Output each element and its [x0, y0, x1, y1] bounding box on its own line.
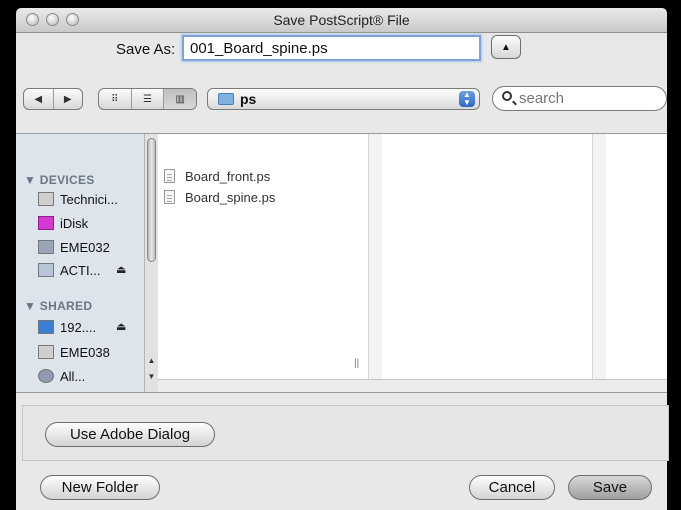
document-icon: [164, 169, 175, 183]
file-column-2: [382, 134, 606, 379]
column-2-scrollbar[interactable]: [592, 134, 606, 379]
save-as-field[interactable]: 001_Board_spine.ps: [182, 35, 481, 61]
icon-view-button[interactable]: ⠿: [99, 89, 132, 109]
column-view-button[interactable]: ▥: [164, 89, 196, 109]
back-arrow-icon: ◀: [34, 93, 43, 105]
folder-icon: [218, 93, 234, 105]
scroll-down-arrow-icon[interactable]: ▼: [145, 372, 158, 384]
search-icon: [502, 91, 512, 101]
list-view-button[interactable]: ☰: [132, 89, 165, 109]
sidebar-item-label: ACTI...: [60, 262, 101, 278]
file-browser: ▼ DEVICES Technici... iDisk EME032 ACTI.…: [16, 133, 667, 393]
network-drive-icon: [38, 263, 54, 277]
save-button[interactable]: Save: [568, 475, 652, 500]
server-icon: [38, 345, 54, 359]
column-view-icon: ▥: [175, 93, 185, 105]
sidebar-item-label: 192....: [60, 319, 97, 335]
view-mode-control: ⠿ ☰ ▥: [98, 88, 197, 110]
idisk-icon: [38, 216, 54, 230]
save-as-label: Save As:: [116, 41, 176, 58]
list-view-icon: ☰: [143, 93, 152, 105]
file-name: Board_front.ps: [185, 168, 271, 184]
back-forward-control: ◀ ▶: [23, 88, 83, 110]
eject-icon[interactable]: ⏏: [116, 320, 126, 333]
accessory-panel: Use Adobe Dialog: [22, 405, 669, 461]
search-placeholder: search: [519, 90, 565, 107]
column-1-scrollbar[interactable]: [368, 134, 382, 379]
scroll-up-arrow-icon[interactable]: ▲: [145, 356, 158, 368]
icon-view-icon: ⠿: [111, 93, 119, 105]
expand-dialog-button[interactable]: ▲: [491, 35, 521, 59]
sidebar-item-acti[interactable]: ACTI...: [38, 261, 100, 279]
sidebar-item-eme032[interactable]: EME032: [38, 238, 110, 256]
sidebar-item-label: iDisk: [60, 215, 89, 231]
devices-header[interactable]: ▼ DEVICES: [24, 173, 95, 187]
network-globe-icon: [38, 369, 54, 383]
column-resize-grip-icon[interactable]: ||: [354, 358, 359, 369]
horizontal-scrollbar[interactable]: [158, 379, 667, 392]
eject-icon[interactable]: ⏏: [116, 263, 126, 276]
sidebar-item-label: Technici...: [60, 191, 118, 207]
file-item[interactable]: Board_spine.ps: [164, 188, 275, 206]
title-bar[interactable]: Save PostScript® File: [16, 8, 667, 33]
sidebar: ▼ DEVICES Technici... iDisk EME032 ACTI.…: [16, 134, 144, 392]
sidebar-item-label: EME032: [60, 239, 110, 255]
triangle-up-icon: ▲: [501, 41, 511, 53]
cancel-button[interactable]: Cancel: [469, 475, 555, 500]
document-icon: [164, 190, 175, 204]
save-dialog-window: Save PostScript® File Save As: 001_Board…: [0, 0, 681, 510]
new-folder-button[interactable]: New Folder: [40, 475, 160, 500]
sidebar-item-technici[interactable]: Technici...: [38, 190, 118, 208]
back-button[interactable]: ◀: [24, 89, 54, 109]
sidebar-item-label: All...: [60, 368, 86, 384]
computer-icon: [38, 240, 54, 254]
forward-arrow-icon: ▶: [63, 93, 72, 105]
sidebar-item-idisk[interactable]: iDisk: [38, 214, 88, 232]
location-popup[interactable]: ps ▲ ▼: [207, 88, 480, 110]
sidebar-item-all[interactable]: All...: [38, 367, 85, 385]
location-label: ps: [240, 91, 257, 107]
sidebar-item-label: EME038: [60, 344, 110, 360]
hard-drive-icon: [38, 192, 54, 206]
monitor-icon: [38, 320, 54, 334]
file-column-3: [606, 134, 667, 379]
updown-arrows-icon: ▲ ▼: [459, 91, 475, 107]
forward-button[interactable]: ▶: [54, 89, 83, 109]
use-adobe-dialog-button[interactable]: Use Adobe Dialog: [45, 422, 215, 447]
sidebar-scroll-thumb[interactable]: [147, 138, 156, 262]
sidebar-item-192[interactable]: 192....: [38, 318, 96, 336]
sidebar-scrollbar[interactable]: ▲ ▼: [144, 134, 158, 392]
search-field[interactable]: search: [492, 86, 667, 111]
sidebar-item-eme038[interactable]: EME038: [38, 343, 110, 361]
window-title: Save PostScript® File: [273, 12, 410, 28]
file-name: Board_spine.ps: [185, 189, 276, 205]
file-item[interactable]: Board_front.ps: [164, 167, 270, 185]
shared-header[interactable]: ▼ SHARED: [24, 299, 92, 313]
